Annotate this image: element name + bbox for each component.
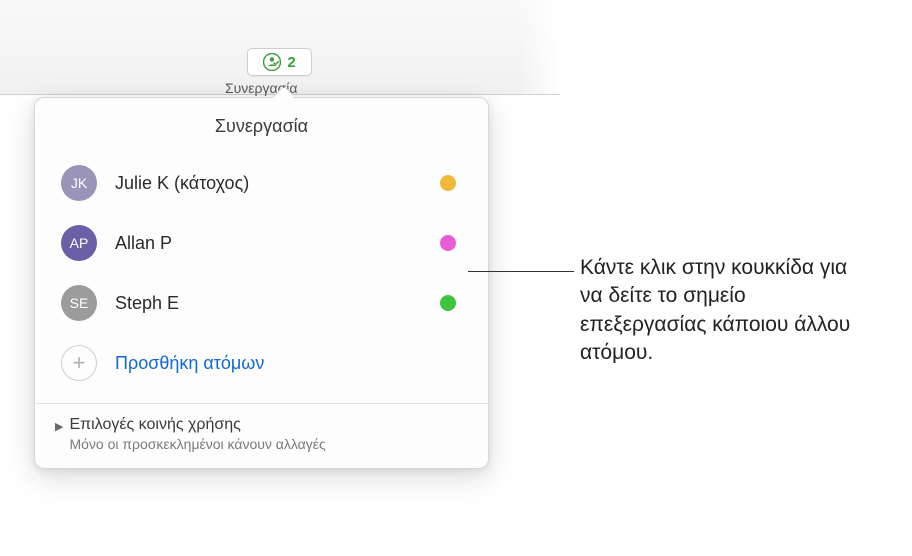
add-people-row[interactable]: + Προσθήκη ατόμων xyxy=(53,333,470,393)
popover-arrow xyxy=(273,88,293,98)
share-options-row[interactable]: ▶ Επιλογές κοινής χρήσης Μόνο οι προσκεκ… xyxy=(35,403,488,468)
collaboration-button[interactable]: 2 xyxy=(247,48,312,76)
share-options-subtitle: Μόνο οι προσκεκλημένοι κάνουν αλλαγές xyxy=(69,436,325,452)
participant-name: Julie K (κάτοχος) xyxy=(115,173,440,194)
callout-leader-line xyxy=(468,271,574,272)
avatar: JK xyxy=(61,165,97,201)
plus-icon: + xyxy=(61,345,97,381)
share-options-text: Επιλογές κοινής χρήσης Μόνο οι προσκεκλη… xyxy=(69,416,325,452)
status-dot[interactable] xyxy=(440,295,456,311)
callout-text: Κάντε κλικ στην κουκκίδα για να δείτε το… xyxy=(580,254,870,367)
callout-annotation: Κάντε κλικ στην κουκκίδα για να δείτε το… xyxy=(580,254,870,367)
add-people-label: Προσθήκη ατόμων xyxy=(115,353,264,374)
collaboration-count: 2 xyxy=(287,54,295,71)
person-check-icon xyxy=(263,53,281,71)
participant-name: Allan P xyxy=(115,233,440,254)
participants-list: JK Julie K (κάτοχος) AP Allan P SE Steph… xyxy=(35,153,488,403)
participant-name: Steph E xyxy=(115,293,440,314)
participant-row[interactable]: JK Julie K (κάτοχος) xyxy=(53,153,470,213)
collaboration-popover: Συνεργασία JK Julie K (κάτοχος) AP Allan… xyxy=(34,97,489,469)
participant-row[interactable]: AP Allan P xyxy=(53,213,470,273)
avatar: AP xyxy=(61,225,97,261)
share-options-title: Επιλογές κοινής χρήσης xyxy=(69,416,325,434)
status-dot[interactable] xyxy=(440,235,456,251)
participant-row[interactable]: SE Steph E xyxy=(53,273,470,333)
disclosure-triangle-icon: ▶ xyxy=(55,420,63,433)
status-dot[interactable] xyxy=(440,175,456,191)
popover-title: Συνεργασία xyxy=(35,98,488,153)
avatar: SE xyxy=(61,285,97,321)
